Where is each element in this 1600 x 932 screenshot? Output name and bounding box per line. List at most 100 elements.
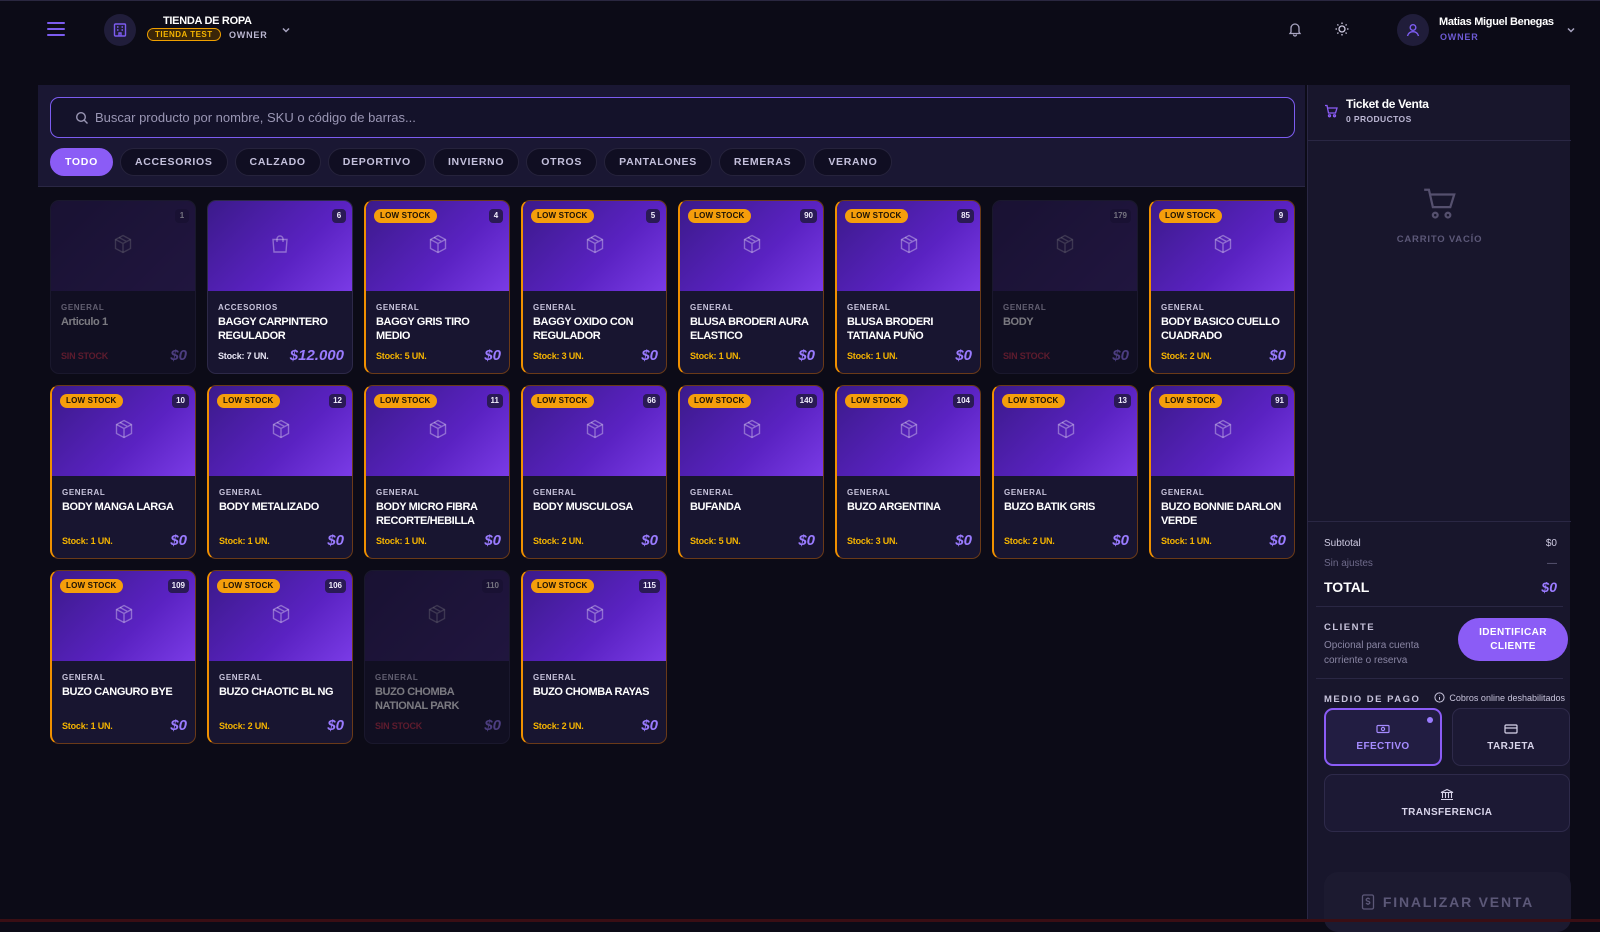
tab-todo[interactable]: TODO	[50, 148, 113, 176]
product-category: GENERAL	[219, 488, 263, 497]
product-card[interactable]: LOW STOCK 12 GENERAL BODY METALIZADO Stock: …	[207, 385, 353, 559]
product-name: BUZO CHOMBA RAYAS	[533, 686, 650, 698]
product-price: $0	[798, 347, 815, 364]
product-card[interactable]: LOW STOCK 5 GENERAL BAGGY OXIDO CON REGULAD…	[521, 200, 667, 374]
product-card[interactable]: LOW STOCK 66 GENERAL BODY MUSCULOSA Stock: 2…	[521, 385, 667, 559]
box-icon	[427, 418, 449, 445]
product-stock: SIN STOCK	[1003, 351, 1051, 361]
divider	[1316, 678, 1563, 679]
product-card[interactable]: 1 GENERAL Articulo 1 SIN STOCK $0	[50, 200, 196, 374]
ticket-header: Ticket de Venta 0 PRODUCTOS	[1308, 85, 1571, 141]
menu-icon[interactable]	[46, 19, 66, 39]
box-icon	[584, 233, 606, 260]
product-stock: Stock: 1 UN.	[219, 536, 270, 546]
pay-cash-option[interactable]: EFECTIVO	[1324, 708, 1442, 766]
category-tabs: TODO ACCESORIOS CALZADO DEPORTIVO INVIERNO OT…	[50, 148, 893, 176]
identify-client-button[interactable]: IDENTIFICAR CLIENTE	[1458, 618, 1568, 661]
product-name: BUZO CANGURO BYE	[62, 686, 173, 698]
card-icon	[1504, 723, 1518, 734]
product-name: BUFANDA	[690, 501, 741, 513]
product-card[interactable]: LOW STOCK 104 GENERAL BUZO ARGENTINA Stock: …	[835, 385, 981, 559]
cash-icon	[1376, 724, 1390, 733]
low-stock-badge: LOW STOCK	[60, 394, 123, 408]
product-card[interactable]: LOW STOCK 11 GENERAL BODY MICRO FIBRA RECOR…	[364, 385, 510, 559]
ticket-count: 0 PRODUCTOS	[1346, 114, 1412, 124]
low-stock-badge: LOW STOCK	[60, 579, 123, 593]
product-category: GENERAL	[533, 488, 577, 497]
box-icon	[1212, 233, 1234, 260]
search-input[interactable]	[95, 110, 1294, 125]
finalize-sale-label: FINALIZAR VENTA	[1382, 894, 1535, 910]
product-card[interactable]: 6 ACCESORIOS BAGGY CARPINTERO REGULADOR Sto…	[207, 200, 353, 374]
subtotal-row: Subtotal $0	[1324, 538, 1557, 549]
product-name: BUZO ARGENTINA	[847, 501, 941, 513]
tab-deportivo[interactable]: DEPORTIVO	[327, 148, 426, 176]
store-icon[interactable]	[104, 14, 136, 46]
sun-icon[interactable]	[1334, 21, 1350, 42]
product-category: GENERAL	[219, 673, 263, 682]
product-name: BODY METALIZADO	[219, 501, 319, 513]
tab-verano[interactable]: VERANO	[813, 148, 893, 176]
product-card[interactable]: LOW STOCK 9 GENERAL BODY BASICO CUELLO CUAD…	[1149, 200, 1295, 374]
product-stock: Stock: 1 UN.	[62, 721, 113, 731]
product-stock: Stock: 1 UN.	[62, 536, 113, 546]
product-image	[51, 201, 195, 291]
product-stock: Stock: 1 UN.	[847, 351, 898, 361]
product-card[interactable]: LOW STOCK 140 GENERAL BUFANDA Stock: 5 UN. $0	[678, 385, 824, 559]
product-price: $0	[641, 717, 658, 734]
product-card[interactable]: 179 GENERAL BODY SIN STOCK $0	[992, 200, 1138, 374]
product-category: GENERAL	[62, 673, 106, 682]
search-box[interactable]	[50, 97, 1295, 138]
product-card[interactable]: LOW STOCK 85 GENERAL BLUSA BRODERI TATIANA …	[835, 200, 981, 374]
box-icon	[113, 603, 135, 630]
total-value: $0	[1541, 579, 1557, 595]
payment-title: MEDIO DE PAGO	[1324, 694, 1421, 705]
payment-note: Cobros online deshabilitados	[1434, 692, 1565, 703]
product-card[interactable]: LOW STOCK 109 GENERAL BUZO CANGURO BYE Stock…	[50, 570, 196, 744]
tab-pantalones[interactable]: PANTALONES	[604, 148, 712, 176]
low-stock-badge: LOW STOCK	[531, 209, 594, 223]
client-description: Opcional para cuenta corriente o reserva	[1324, 640, 1420, 666]
chevron-down-icon[interactable]	[280, 23, 292, 41]
box-icon	[741, 233, 763, 260]
product-name: BODY BASICO CUELLO CUADRADO	[1161, 316, 1280, 342]
pay-card-option[interactable]: TARJETA	[1452, 708, 1570, 766]
bell-icon[interactable]	[1287, 21, 1303, 42]
tab-remeras[interactable]: REMERAS	[718, 148, 807, 176]
box-icon	[426, 603, 448, 630]
product-category: GENERAL	[690, 303, 734, 312]
adjust-row: Sin ajustes —	[1324, 558, 1557, 569]
product-name: BAGGY GRIS TIRO MEDIO	[376, 316, 470, 342]
tab-otros[interactable]: OTROS	[526, 148, 598, 176]
product-category: GENERAL	[376, 488, 420, 497]
chevron-down-icon[interactable]	[1565, 23, 1577, 41]
pay-card-label: TARJETA	[1487, 740, 1535, 752]
box-icon	[270, 418, 292, 445]
box-icon	[898, 418, 920, 445]
product-category: GENERAL	[533, 303, 577, 312]
product-card[interactable]: LOW STOCK 13 GENERAL BUZO BATIK GRIS Stock: …	[992, 385, 1138, 559]
tab-invierno[interactable]: INVIERNO	[432, 148, 520, 176]
product-card[interactable]: LOW STOCK 10 GENERAL BODY MANGA LARGA Stock:…	[50, 385, 196, 559]
product-id-badge: 11	[486, 394, 503, 408]
product-card[interactable]: LOW STOCK 91 GENERAL BUZO BONNIE DARLON VER…	[1149, 385, 1295, 559]
search-icon	[75, 111, 88, 124]
product-card[interactable]: LOW STOCK 115 GENERAL BUZO CHOMBA RAYAS Stoc…	[521, 570, 667, 744]
finalize-sale-button[interactable]: FINALIZAR VENTA	[1324, 872, 1571, 932]
pay-transfer-option[interactable]: TRANSFERENCIA	[1324, 774, 1570, 832]
product-card[interactable]: LOW STOCK 106 GENERAL BUZO CHAOTIC BL NG Sto…	[207, 570, 353, 744]
product-card[interactable]: LOW STOCK 4 GENERAL BAGGY GRIS TIRO MEDIO St…	[364, 200, 510, 374]
store-name: TIENDA DE ROPA	[163, 15, 252, 27]
product-price: $0	[1269, 532, 1286, 549]
product-price: $0	[170, 532, 187, 549]
tab-calzado[interactable]: CALZADO	[234, 148, 321, 176]
product-name: BUZO CHAOTIC BL NG	[219, 686, 334, 698]
product-category: GENERAL	[690, 488, 734, 497]
user-icon[interactable]	[1397, 14, 1429, 46]
product-card[interactable]: LOW STOCK 90 GENERAL BLUSA BRODERI AURA ELA…	[678, 200, 824, 374]
product-card[interactable]: 110 GENERAL BUZO CHOMBA NATIONAL PARK SIN S…	[364, 570, 510, 744]
product-category: GENERAL	[533, 673, 577, 682]
total-label: TOTAL	[1324, 579, 1370, 595]
product-id-badge: 12	[329, 394, 346, 408]
tab-accesorios[interactable]: ACCESORIOS	[119, 148, 228, 176]
